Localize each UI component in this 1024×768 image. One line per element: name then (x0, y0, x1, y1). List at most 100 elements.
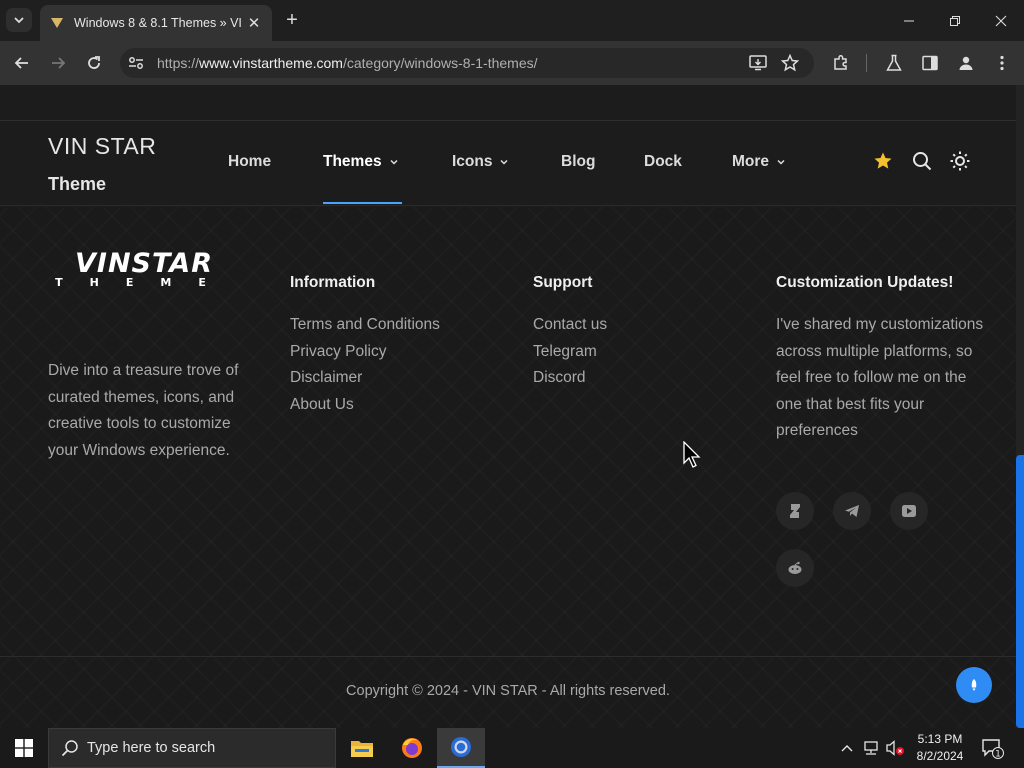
url-path: /category/windows-8-1-themes/ (342, 55, 538, 71)
link-terms[interactable]: Terms and Conditions (290, 312, 440, 339)
taskbar-clock[interactable]: 5:13 PM 8/2/2024 (910, 731, 970, 765)
customization-heading: Customization Updates! (776, 274, 954, 291)
nav-label: Dock (644, 153, 682, 170)
extensions-button[interactable] (830, 52, 852, 74)
forward-button[interactable] (46, 51, 70, 75)
back-button[interactable] (10, 51, 34, 75)
profile-button[interactable] (955, 52, 977, 74)
windows-taskbar: Type here to search 5:13 PM 8/2/2024 1 (0, 728, 1024, 768)
rocket-icon (971, 679, 977, 691)
nav-item-icons[interactable]: Icons (452, 153, 509, 171)
link-about-us[interactable]: About Us (290, 392, 440, 419)
taskbar-file-explorer[interactable] (338, 728, 386, 768)
search-icon (913, 152, 932, 171)
taskbar-search-box[interactable]: Type here to search (48, 728, 336, 768)
nav-item-home[interactable]: Home (228, 153, 271, 171)
side-panel-button[interactable] (919, 52, 941, 74)
install-app-icon (749, 55, 767, 71)
restore-icon (950, 15, 960, 26)
windows-logo-icon (15, 739, 33, 757)
profile-icon (959, 56, 973, 70)
web-page: VIN STAR Theme Home Themes Icons Blog Do… (0, 85, 1016, 728)
nav-item-themes[interactable]: Themes (323, 153, 399, 171)
url-scheme: https:// (157, 55, 200, 71)
youtube-link[interactable] (890, 492, 928, 530)
nav-label: Blog (561, 153, 596, 170)
taskbar-firefox[interactable] (388, 728, 436, 768)
forward-arrow-icon (52, 57, 66, 69)
link-disclaimer[interactable]: Disclaimer (290, 365, 440, 392)
deviantart-link[interactable] (776, 492, 814, 530)
restore-button[interactable] (932, 0, 978, 41)
network-icon (864, 741, 878, 755)
show-hidden-icons-button[interactable] (837, 738, 857, 758)
clock-time: 5:13 PM (917, 732, 963, 746)
site-logo-subtitle[interactable]: Theme (48, 174, 106, 195)
site-search-button[interactable] (911, 150, 933, 172)
tab-search-button[interactable] (6, 8, 32, 32)
nav-item-dock[interactable]: Dock (644, 153, 682, 171)
vinstar-theme-logo: VINSTAR THEME (55, 248, 213, 288)
information-links: Terms and Conditions Privacy Policy Disc… (290, 312, 440, 418)
page-scrollbar-thumb[interactable] (1016, 455, 1024, 728)
new-tab-button[interactable]: + (281, 10, 303, 32)
taskbar-chrome[interactable] (437, 728, 485, 768)
brand-logo-top-text: VINSTAR (75, 248, 213, 279)
nav-item-blog[interactable]: Blog (561, 153, 595, 171)
labs-button[interactable] (883, 52, 905, 74)
back-to-top-button[interactable] (956, 667, 992, 703)
link-discord[interactable]: Discord (533, 365, 607, 392)
site-logo-title[interactable]: VIN STAR (48, 133, 156, 160)
favorites-button[interactable] (872, 150, 894, 172)
chevron-up-icon (841, 745, 853, 752)
close-icon (995, 15, 1007, 26)
taskbar-search-placeholder: Type here to search (87, 740, 216, 756)
support-heading: Support (533, 274, 593, 291)
link-telegram[interactable]: Telegram (533, 339, 607, 366)
toolbar-separator (866, 54, 867, 72)
link-privacy[interactable]: Privacy Policy (290, 339, 440, 366)
search-icon (61, 740, 78, 757)
sun-icon (950, 151, 970, 171)
reload-button[interactable] (82, 51, 106, 75)
nav-label: More (732, 153, 770, 170)
window-controls (886, 0, 1024, 41)
browser-menu-button[interactable] (991, 52, 1013, 74)
page-top-strip (0, 85, 1016, 121)
network-tray-button[interactable] (861, 738, 881, 758)
information-heading: Information (290, 274, 376, 291)
support-links: Contact us Telegram Discord (533, 312, 607, 392)
more-vertical-icon (1000, 55, 1004, 71)
reddit-link[interactable] (776, 549, 814, 587)
folder-icon (351, 741, 373, 757)
site-info-icon[interactable] (127, 55, 145, 71)
reddit-icon (788, 561, 802, 574)
link-contact-us[interactable]: Contact us (533, 312, 607, 339)
nav-label: Icons (452, 153, 493, 170)
close-window-button[interactable] (978, 0, 1024, 41)
telegram-social-link[interactable] (833, 492, 871, 530)
mouse-cursor-icon (683, 441, 701, 468)
install-app-button[interactable] (748, 53, 768, 73)
bookmark-star-button[interactable] (780, 53, 800, 73)
tab-close-icon[interactable]: ✕ (246, 15, 262, 32)
customization-text: I've shared my customizations across mul… (776, 316, 984, 439)
site-favicon-icon (51, 18, 63, 28)
action-center-button[interactable]: 1 (980, 736, 1004, 760)
star-outline-icon (781, 54, 799, 72)
clock-date: 8/2/2024 (916, 749, 964, 763)
start-button[interactable] (0, 728, 48, 768)
chevron-down-icon (14, 17, 24, 24)
volume-muted-icon (886, 740, 904, 756)
url-text[interactable]: https://www.vinstartheme.com/category/wi… (157, 55, 538, 71)
active-browser-tab[interactable]: Windows 8 & 8.1 Themes » VIN ✕ (40, 5, 272, 41)
tab-title: Windows 8 & 8.1 Themes » VIN (74, 16, 242, 30)
volume-tray-button[interactable] (885, 738, 905, 758)
nav-label: Home (228, 153, 272, 170)
theme-toggle-button[interactable] (949, 150, 971, 172)
minimize-icon (904, 20, 914, 21)
nav-item-more[interactable]: More (732, 153, 786, 171)
minimize-button[interactable] (886, 0, 932, 41)
chevron-down-icon (390, 159, 398, 165)
youtube-icon (902, 505, 916, 517)
